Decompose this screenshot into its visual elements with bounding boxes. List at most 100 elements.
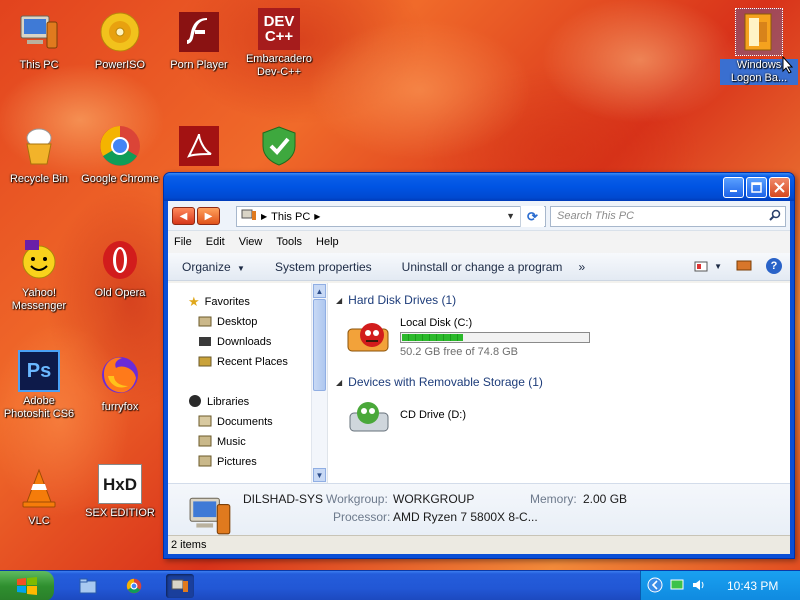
scroll-up-arrow[interactable]: ▲ xyxy=(313,284,326,298)
show-hidden-icons-button[interactable] xyxy=(647,577,663,596)
documents-icon xyxy=(198,415,212,430)
maximize-button[interactable] xyxy=(746,177,767,198)
back-button[interactable]: ◀ xyxy=(172,207,195,225)
desktop-icon-google-chrome[interactable]: Google Chrome xyxy=(81,122,159,186)
address-bar[interactable]: ▶ This PC ▶ ▼ xyxy=(236,206,546,227)
uninstall-program-button[interactable]: Uninstall or change a program xyxy=(402,260,563,274)
desktop-icon-vlc[interactable]: VLC xyxy=(0,464,78,528)
desktop-icon-label: Porn Player xyxy=(170,59,228,71)
drive-local-disk-c[interactable]: Local Disk (C:) 50.2 GB free of 74.8 GB xyxy=(346,317,590,360)
desktop-icon-furryfox[interactable]: furryfox xyxy=(81,350,159,414)
nav-item-pictures[interactable]: Pictures xyxy=(198,453,257,471)
system-properties-button[interactable]: System properties xyxy=(275,260,372,274)
desktop-icon-label: SEX EDITIOR xyxy=(85,507,155,519)
desktop-icon-yahoo-messenger[interactable]: Yahoo! Messenger xyxy=(0,236,78,313)
memory-label: Memory: xyxy=(530,492,577,506)
memory-value: 2.00 GB xyxy=(583,492,628,506)
group-hard-disk-drives[interactable]: ◢ Hard Disk Drives (1) xyxy=(336,293,456,307)
network-icon[interactable] xyxy=(669,578,685,595)
refresh-button[interactable]: ⟳ xyxy=(520,206,544,227)
scroll-down-arrow[interactable]: ▼ xyxy=(313,468,326,482)
chevron-down-icon[interactable]: ▼ xyxy=(506,211,515,221)
scrollbar-thumb[interactable] xyxy=(313,299,326,391)
menu-tools[interactable]: Tools xyxy=(276,236,302,248)
desktop-icon-label: furryfox xyxy=(101,401,139,413)
desktop-icon-photoshop[interactable]: Ps Adobe Photoshit CS6 xyxy=(0,350,78,421)
nav-item-label: Pictures xyxy=(217,456,257,468)
desktop-icon-label: VLC xyxy=(28,515,50,527)
clock[interactable]: 10:43 PM xyxy=(727,579,778,593)
nav-item-desktop[interactable]: Desktop xyxy=(198,313,257,331)
search-input[interactable]: Search This PC xyxy=(550,206,786,227)
nav-item-label: Documents xyxy=(217,416,273,428)
explorer-window[interactable]: ◀ ▶ ▶ This PC ▶ ▼ ⟳ Search This PC File … xyxy=(163,172,795,559)
volume-icon[interactable] xyxy=(691,578,707,595)
address-row: ◀ ▶ ▶ This PC ▶ ▼ ⟳ Search This PC xyxy=(168,201,790,231)
start-button[interactable] xyxy=(0,571,54,600)
taskbar: 10:43 PM xyxy=(0,570,800,600)
desktop-icon-porn-player[interactable]: Porn Player xyxy=(160,8,238,72)
drive-cd-d[interactable]: CD Drive (D:) xyxy=(346,397,466,440)
view-controls: ▼ ? xyxy=(694,258,782,274)
group-heading: Hard Disk Drives (1) xyxy=(348,293,457,307)
devcpp-icon: DEV C++ xyxy=(258,8,300,50)
window-titlebar[interactable] xyxy=(164,173,794,201)
desktop-icon-recycle-bin[interactable]: Recycle Bin xyxy=(0,122,78,186)
pictures-icon xyxy=(198,455,212,470)
system-tray: 10:43 PM xyxy=(640,571,800,600)
help-button[interactable]: ? xyxy=(766,258,782,274)
status-bar: 2 items xyxy=(168,535,790,554)
more-commands-button[interactable]: » xyxy=(578,260,585,274)
desktop-icon-poweriso[interactable]: PowerISO xyxy=(81,8,159,72)
nav-libraries[interactable]: Libraries xyxy=(188,393,249,411)
change-view-button[interactable]: ▼ xyxy=(694,260,722,272)
desktop-icon-security[interactable] xyxy=(240,122,318,173)
desktop-icon-pdf-reader[interactable] xyxy=(160,122,238,173)
opera-icon xyxy=(96,236,144,284)
nav-scrollbar[interactable]: ▲ ▼ xyxy=(311,283,327,483)
chevron-right-icon: ▶ xyxy=(261,212,268,221)
photoshop-icon: Ps xyxy=(18,350,60,392)
desktop-icon-sex-editior[interactable]: HxD SEX EDITIOR xyxy=(81,464,159,520)
close-button[interactable] xyxy=(769,177,790,198)
explorer-folder-icon xyxy=(79,578,97,594)
menu-view[interactable]: View xyxy=(239,236,263,248)
command-bar: Organize ▼ System properties Uninstall o… xyxy=(168,253,790,281)
taskbar-this-pc-button[interactable] xyxy=(166,574,194,598)
taskbar-explorer-button[interactable] xyxy=(74,574,102,598)
desktop-icon-old-opera[interactable]: Old Opera xyxy=(81,236,159,300)
nav-item-documents[interactable]: Documents xyxy=(198,413,273,431)
nav-item-recent-places[interactable]: Recent Places xyxy=(198,353,288,371)
nav-favorites[interactable]: ★ Favorites xyxy=(188,293,250,311)
computer-name: DILSHAD-SYS xyxy=(243,492,324,506)
desktop-icon-label: Adobe Photoshit CS6 xyxy=(3,395,75,420)
preview-pane-button[interactable] xyxy=(736,259,752,274)
group-removable-storage[interactable]: ◢ Devices with Removable Storage (1) xyxy=(336,375,543,389)
taskbar-chrome-button[interactable] xyxy=(120,574,148,598)
computer-large-icon xyxy=(188,492,234,541)
nav-item-label: Desktop xyxy=(217,316,258,328)
drive-usage-fill xyxy=(402,334,464,341)
organize-button[interactable]: Organize ▼ xyxy=(182,260,245,274)
search-icon[interactable] xyxy=(769,209,781,228)
forward-button[interactable]: ▶ xyxy=(197,207,220,225)
nav-favorites-label: Favorites xyxy=(204,296,250,308)
menu-edit[interactable]: Edit xyxy=(206,236,225,248)
window-client-area: ◀ ▶ ▶ This PC ▶ ▼ ⟳ Search This PC File … xyxy=(168,201,790,554)
disc-icon xyxy=(96,8,144,56)
desktop-icon-devcpp[interactable]: DEV C++ Embarcadero Dev-C++ xyxy=(240,8,318,79)
menu-bar: File Edit View Tools Help xyxy=(168,231,790,253)
music-icon xyxy=(198,435,212,450)
desktop-icon-this-pc[interactable]: This PC xyxy=(0,8,78,72)
menu-file[interactable]: File xyxy=(174,236,192,248)
chrome-icon xyxy=(96,122,144,170)
nav-item-label: Music xyxy=(217,436,246,448)
nav-item-downloads[interactable]: Downloads xyxy=(198,333,271,351)
devcpp-logo-top: DEV xyxy=(263,13,295,30)
minimize-button[interactable] xyxy=(723,177,744,198)
menu-help[interactable]: Help xyxy=(316,236,339,248)
item-count: 2 items xyxy=(171,539,207,551)
chevron-down-icon: ▼ xyxy=(714,261,722,271)
nav-item-music[interactable]: Music xyxy=(198,433,246,451)
desktop-icon-label: Yahoo! Messenger xyxy=(11,287,67,312)
